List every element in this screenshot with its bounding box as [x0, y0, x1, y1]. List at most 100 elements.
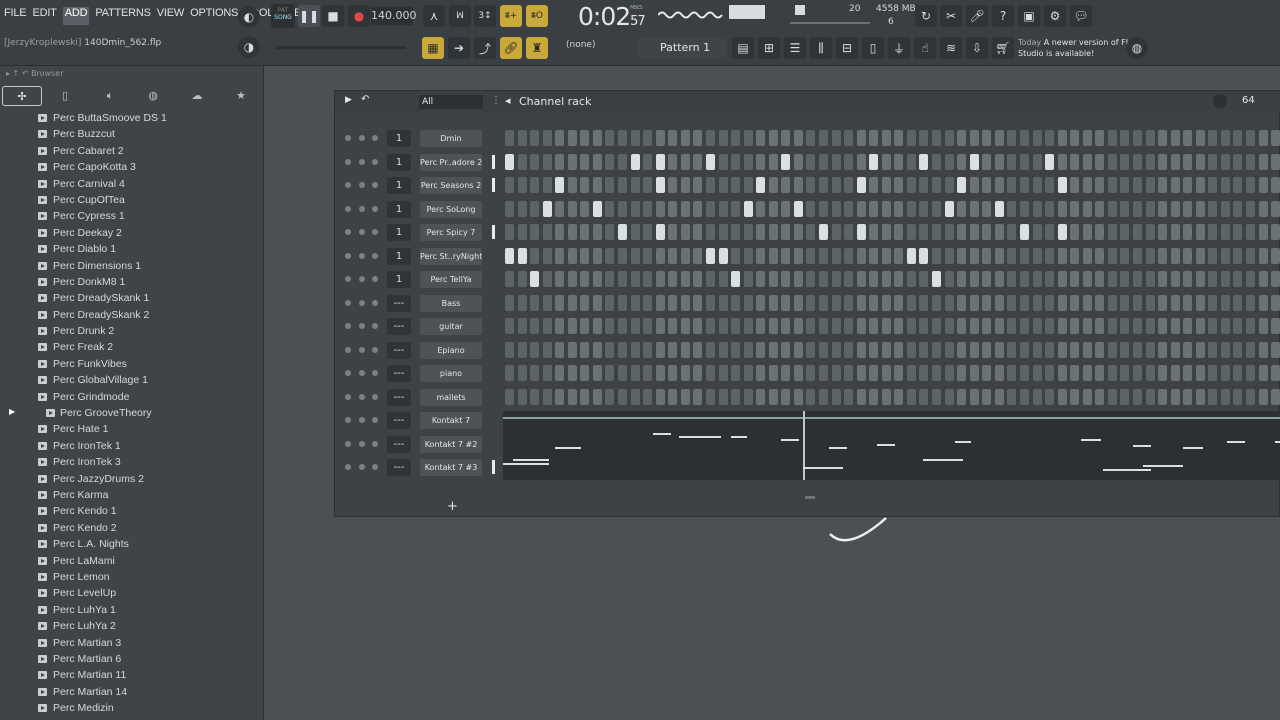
- browser-item[interactable]: Perc GlobalVillage 1: [0, 372, 262, 388]
- step-button[interactable]: [630, 153, 640, 170]
- step-button[interactable]: [1032, 200, 1042, 217]
- step-button[interactable]: [1271, 224, 1280, 240]
- step-button[interactable]: [1258, 200, 1268, 217]
- step-button[interactable]: [1045, 294, 1055, 311]
- browser-item[interactable]: Perc Martian 6: [0, 651, 262, 667]
- menu-item-view[interactable]: VIEW: [157, 7, 185, 25]
- step-button[interactable]: [957, 365, 967, 381]
- step-button[interactable]: [618, 177, 628, 193]
- step-button[interactable]: [542, 200, 552, 217]
- step-button[interactable]: [555, 130, 565, 146]
- step-button[interactable]: [1019, 247, 1029, 264]
- step-button[interactable]: [756, 153, 766, 170]
- step-button[interactable]: [1019, 130, 1029, 146]
- step-button[interactable]: [1032, 224, 1042, 240]
- browser-tab-speaker-icon[interactable]: 🔈︎: [90, 86, 130, 106]
- step-button[interactable]: [580, 271, 590, 287]
- step-button[interactable]: [1107, 153, 1117, 170]
- step-button[interactable]: [793, 318, 803, 334]
- step-button[interactable]: [793, 388, 803, 405]
- step-button[interactable]: [592, 388, 602, 405]
- step-button[interactable]: [1220, 341, 1230, 358]
- step-button[interactable]: [1145, 153, 1155, 170]
- step-button[interactable]: [756, 177, 766, 193]
- step-button[interactable]: [655, 224, 665, 240]
- step-button[interactable]: [781, 177, 791, 193]
- step-button[interactable]: [906, 318, 916, 334]
- step-button[interactable]: [1246, 318, 1256, 334]
- channel-name-button[interactable]: Perc TellYa: [420, 271, 482, 288]
- step-button[interactable]: [1070, 365, 1080, 381]
- step-button[interactable]: [1007, 153, 1017, 170]
- step-button[interactable]: [1271, 365, 1280, 381]
- step-button[interactable]: [1208, 177, 1218, 193]
- step-button[interactable]: [605, 318, 615, 334]
- step-button[interactable]: [944, 224, 954, 240]
- mute-led[interactable]: [345, 440, 351, 447]
- volume-knob[interactable]: [372, 229, 378, 235]
- step-button[interactable]: [718, 200, 728, 217]
- step-button[interactable]: [906, 177, 916, 193]
- step-button[interactable]: [969, 177, 979, 193]
- step-button[interactable]: [982, 294, 992, 311]
- step-button[interactable]: [869, 365, 879, 381]
- browser-tab-all-icon[interactable]: ✢: [2, 86, 42, 106]
- step-button[interactable]: [731, 247, 741, 264]
- step-button[interactable]: [957, 153, 967, 170]
- step-button[interactable]: [1070, 247, 1080, 264]
- step-button[interactable]: [1032, 130, 1042, 146]
- step-button[interactable]: [643, 130, 653, 146]
- step-button[interactable]: [1170, 271, 1180, 287]
- step-button[interactable]: [542, 177, 552, 193]
- browser-item[interactable]: Perc Kendo 2: [0, 520, 262, 536]
- step-button[interactable]: [743, 247, 753, 264]
- step-button[interactable]: [932, 224, 942, 240]
- step-button[interactable]: [1057, 153, 1067, 170]
- step-button[interactable]: [630, 247, 640, 264]
- step-button[interactable]: [919, 200, 929, 217]
- step-button[interactable]: [1233, 200, 1243, 217]
- browser-item[interactable]: Perc ButtaSmoove DS 1: [0, 110, 262, 126]
- step-button[interactable]: [932, 271, 942, 287]
- step-button[interactable]: [1258, 318, 1268, 334]
- step-button[interactable]: [517, 153, 527, 170]
- step-button[interactable]: [731, 365, 741, 381]
- step-button[interactable]: [944, 341, 954, 358]
- step-button[interactable]: [1195, 365, 1205, 381]
- step-button[interactable]: [994, 153, 1004, 170]
- step-button[interactable]: [1057, 130, 1067, 146]
- step-button[interactable]: [932, 130, 942, 146]
- step-button[interactable]: [894, 294, 904, 311]
- step-button[interactable]: [743, 200, 753, 217]
- step-button[interactable]: [1158, 153, 1168, 170]
- step-button[interactable]: [1183, 247, 1193, 264]
- step-button[interactable]: [718, 177, 728, 193]
- step-button[interactable]: [1271, 247, 1280, 264]
- step-button[interactable]: [1208, 153, 1218, 170]
- step-button[interactable]: [643, 294, 653, 311]
- step-button[interactable]: [1019, 224, 1029, 240]
- step-button[interactable]: [1007, 294, 1017, 311]
- step-button[interactable]: [1070, 294, 1080, 311]
- step-button[interactable]: [668, 177, 678, 193]
- step-button[interactable]: [869, 388, 879, 405]
- step-button[interactable]: [1258, 224, 1268, 240]
- pattern-selector[interactable]: Pattern 1: [638, 38, 726, 58]
- step-button[interactable]: [1158, 130, 1168, 146]
- step-button[interactable]: [1170, 388, 1180, 405]
- step-button[interactable]: [957, 177, 967, 193]
- step-button[interactable]: [806, 365, 816, 381]
- step-button[interactable]: [856, 271, 866, 287]
- step-button[interactable]: [743, 294, 753, 311]
- step-button[interactable]: [505, 388, 514, 405]
- step-button[interactable]: [517, 271, 527, 287]
- browser-item[interactable]: Perc Medizin: [0, 700, 262, 716]
- step-button[interactable]: [555, 294, 565, 311]
- step-button[interactable]: [1070, 224, 1080, 240]
- step-button[interactable]: [831, 130, 841, 146]
- step-button[interactable]: [1233, 224, 1243, 240]
- step-button[interactable]: [1045, 271, 1055, 287]
- step-button[interactable]: [580, 224, 590, 240]
- step-button[interactable]: [919, 247, 929, 264]
- step-button[interactable]: [705, 224, 715, 240]
